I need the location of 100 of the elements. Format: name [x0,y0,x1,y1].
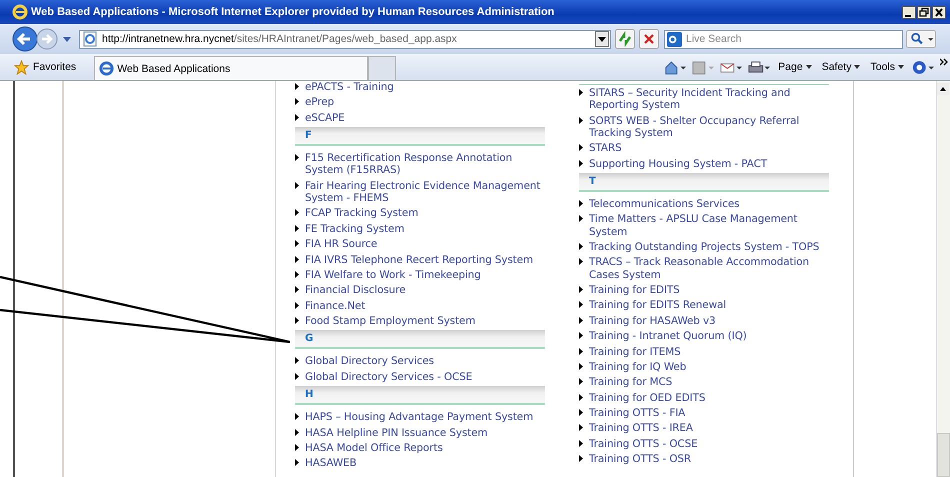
back-icon[interactable] [12,26,38,52]
bullet-icon [579,286,583,293]
application-link[interactable]: Training for EDITS [589,284,680,296]
browser-tab[interactable]: Web Based Applications [94,56,368,80]
bullet-icon [295,357,299,364]
star-icon [14,60,29,74]
application-link[interactable]: STARS [589,142,622,154]
page-icon [82,31,98,47]
application-link[interactable]: Training - Intranet Quorum (IQ) [589,330,747,342]
bullet-icon [295,317,299,324]
close-icon[interactable] [932,6,946,18]
browser-logo-icon [12,4,28,20]
application-link[interactable]: Fair Hearing Electronic Evidence Management System - FHEMS [305,180,545,204]
application-link[interactable]: Training for MCS [589,376,672,388]
section-letter: F [305,130,312,142]
application-link[interactable]: Food Stamp Employment System [305,315,476,328]
browser-logo-icon [99,61,114,76]
bullet-icon [579,362,583,370]
bullet-icon [295,286,299,294]
application-link[interactable]: eSCAPE [305,112,345,124]
application-link[interactable]: FE Tracking System [305,222,404,235]
caret-icon [806,65,812,69]
application-link[interactable]: HASA Helpline PIN Issuance System [305,426,488,439]
section-letter: G [305,333,314,344]
live-search-icon [667,32,682,46]
application-link[interactable]: ePACTS - Training [305,81,394,94]
application-link[interactable]: Training OTTS - OCSE [589,438,698,450]
favorites-button[interactable]: Favorites [14,54,76,80]
application-link[interactable]: FCAP Tracking System [305,207,418,220]
bullet-icon [579,332,583,340]
application-link[interactable]: Training OTTS - IREA [589,422,693,435]
bullet-icon [295,209,299,216]
maximize-icon[interactable] [917,6,931,18]
bullet-icon [295,372,299,380]
application-link[interactable]: Training OTTS - FIA [589,407,686,420]
bullet-icon [579,215,583,222]
home-icon[interactable] [664,60,686,74]
bullet-icon [295,114,299,121]
application-link[interactable]: FIA IVRS Telephone Recert Reporting System [305,254,534,266]
refresh-icon[interactable] [615,29,635,49]
application-link[interactable]: Time Matters - APSLU Case Management System [589,213,829,238]
application-link[interactable]: SITARS – Security Incident Tracking and Reporting System [589,87,829,112]
application-link[interactable]: Training for ITEMS [589,346,681,358]
application-link[interactable]: Telecommunications Services [589,198,740,210]
bullet-icon [579,409,583,416]
window-title: Web Based Applications - Microsoft Internet Explorer provided by Human Resources Administration [31,6,556,18]
application-link[interactable]: FIA Welfare to Work - Timekeeping [305,268,481,282]
address-field[interactable]: http://intranetnew.hra.nycnet/sites/HRAIntranet/Pages/web_based_app.aspx [79,30,611,48]
bullet-icon [579,258,583,266]
bullet-icon [579,200,583,207]
bullet-icon [579,160,583,167]
application-link[interactable]: Training for HASAWeb v3 [589,314,716,327]
application-link[interactable]: Tracking Outstanding Projects System - TOPS [589,240,820,254]
application-link[interactable]: Training OTTS - OSR [589,453,692,466]
scroll-thumb[interactable] [937,433,950,477]
command-menu[interactable]: Tools [868,61,906,73]
bullet-icon [579,116,583,124]
application-link[interactable]: Training for OED EDITS [589,392,706,404]
bullet-icon [295,224,299,232]
bullet-icon [579,301,583,308]
bullet-icon [295,444,299,452]
bullet-icon [579,348,583,354]
application-link[interactable]: HASAWEB [305,457,357,470]
minimize-icon[interactable] [902,6,916,18]
application-link[interactable]: Financial Disclosure [305,284,406,297]
dropdown-icon[interactable] [595,31,609,47]
application-link[interactable]: FIA HR Source [305,238,378,250]
application-link[interactable]: ePrep [305,96,334,109]
application-link[interactable]: Global Directory Services [305,355,434,368]
bullet-icon [295,154,299,162]
section-letter: H [305,389,314,400]
search-field[interactable]: Live Search [664,30,903,48]
bullet-icon [295,459,299,466]
application-link[interactable]: F15 Recertification Response Annotation System (F15RRAS) [305,152,545,177]
chevron-icon[interactable] [940,58,948,66]
bullet-icon [295,98,299,106]
application-link[interactable]: HASA Model Office Reports [305,442,443,454]
caret-icon [854,65,860,69]
application-link[interactable]: SORTS WEB - Shelter Occupancy Referral Tracking System [589,114,829,139]
bullet-icon [295,240,299,248]
application-link[interactable]: HAPS – Housing Advantage Payment System [305,411,534,424]
command-menu[interactable]: Page [776,61,814,73]
application-link[interactable]: TRACS – Track Reasonable Accommodation Cases System [589,256,829,281]
search-icon[interactable] [906,29,936,49]
application-link[interactable]: Training for IQ Web [589,360,686,374]
application-link[interactable]: Finance.Net [305,300,366,312]
bullet-icon [295,428,299,436]
bullet-icon [579,440,583,447]
application-link[interactable]: Global Directory Services - OCSE [305,370,472,384]
bullet-icon [579,242,583,250]
bullet-icon [579,144,583,152]
stop-icon[interactable] [639,29,659,49]
scrollbar[interactable] [936,81,950,477]
bullet-icon [295,413,299,420]
print-icon[interactable] [748,60,770,74]
command-menu[interactable]: Safety [820,61,862,73]
bullet-icon [295,83,299,90]
application-link[interactable]: Training for EDITS Renewal [589,299,726,312]
application-link[interactable]: Supporting Housing System - PACT [589,158,768,170]
section-letter: T [589,176,596,187]
